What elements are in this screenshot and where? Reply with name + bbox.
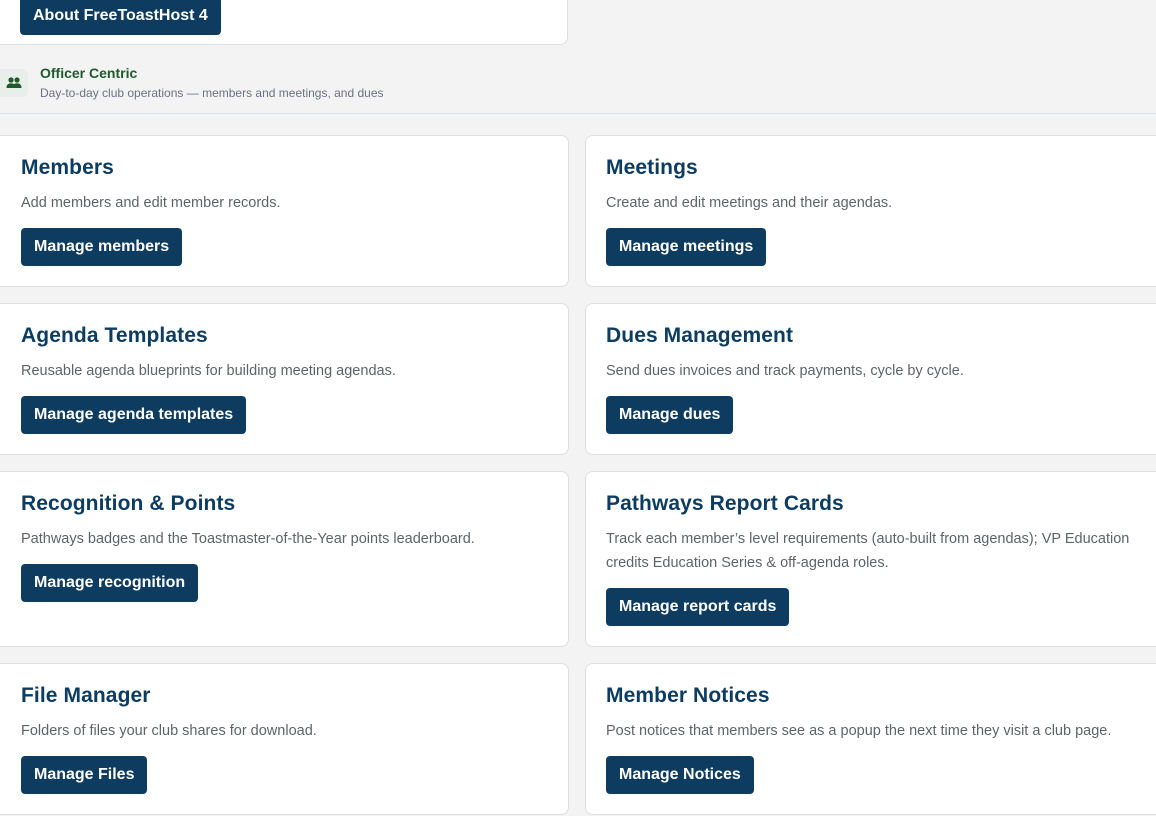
dues-management-card-description: Send dues invoices and track payments, c…: [606, 363, 964, 379]
manage-files-button[interactable]: Manage Files: [21, 756, 148, 794]
agenda-templates-card: Agenda Templates Reusable agenda bluepri…: [0, 303, 569, 455]
manage-meetings-button[interactable]: Manage meetings: [606, 228, 767, 266]
pathways-report-cards-card-description: Track each member’s level requirements (…: [606, 531, 1130, 571]
manage-recognition-button[interactable]: Manage recognition: [21, 564, 199, 602]
recognition-points-card-description: Pathways badges and the Toastmaster-of-t…: [21, 531, 475, 547]
members-card-description: Add members and edit member records.: [21, 195, 281, 211]
member-notices-card: Member Notices Post notices that members…: [585, 663, 1156, 815]
meetings-card-description: Create and edit meetings and their agend…: [606, 195, 893, 211]
dues-management-card-title: Dues Management: [606, 324, 794, 347]
agenda-templates-card-description: Reusable agenda blueprints for building …: [21, 363, 396, 379]
officer-centric-section-header: Officer Centric Day-to-day club operatio…: [0, 60, 1156, 114]
pathways-report-cards-card: Pathways Report Cards Track each member’…: [585, 471, 1156, 647]
about-freetoasthost-button[interactable]: About FreeToastHost 4: [20, 0, 221, 35]
section-title: Officer Centric: [40, 65, 138, 81]
file-manager-card-title: File Manager: [21, 684, 151, 707]
manage-members-button[interactable]: Manage members: [21, 228, 183, 266]
file-manager-card: File Manager Folders of files your club …: [0, 663, 569, 815]
member-notices-card-title: Member Notices: [606, 684, 770, 707]
manage-notices-button[interactable]: Manage Notices: [606, 756, 754, 794]
meetings-card-title: Meetings: [606, 156, 698, 179]
people-icon: [0, 69, 28, 97]
members-card-title: Members: [21, 156, 114, 179]
file-manager-card-description: Folders of files your club shares for do…: [21, 723, 317, 739]
recognition-points-card: Recognition & Points Pathways badges and…: [0, 471, 569, 647]
member-notices-card-description: Post notices that members see as a popup…: [606, 723, 1112, 739]
manage-agenda-templates-button[interactable]: Manage agenda templates: [21, 396, 247, 434]
about-card: About FreeToastHost 4: [0, 0, 568, 45]
pathways-report-cards-card-title: Pathways Report Cards: [606, 492, 844, 515]
dues-management-card: Dues Management Send dues invoices and t…: [585, 303, 1156, 455]
meetings-card: Meetings Create and edit meetings and th…: [585, 135, 1156, 287]
section-subtitle: Day-to-day club operations — members and…: [40, 86, 384, 100]
manage-report-cards-button[interactable]: Manage report cards: [606, 588, 790, 626]
agenda-templates-card-title: Agenda Templates: [21, 324, 208, 347]
members-card: Members Add members and edit member reco…: [0, 135, 569, 287]
manage-dues-button[interactable]: Manage dues: [606, 396, 734, 434]
recognition-points-card-title: Recognition & Points: [21, 492, 236, 515]
